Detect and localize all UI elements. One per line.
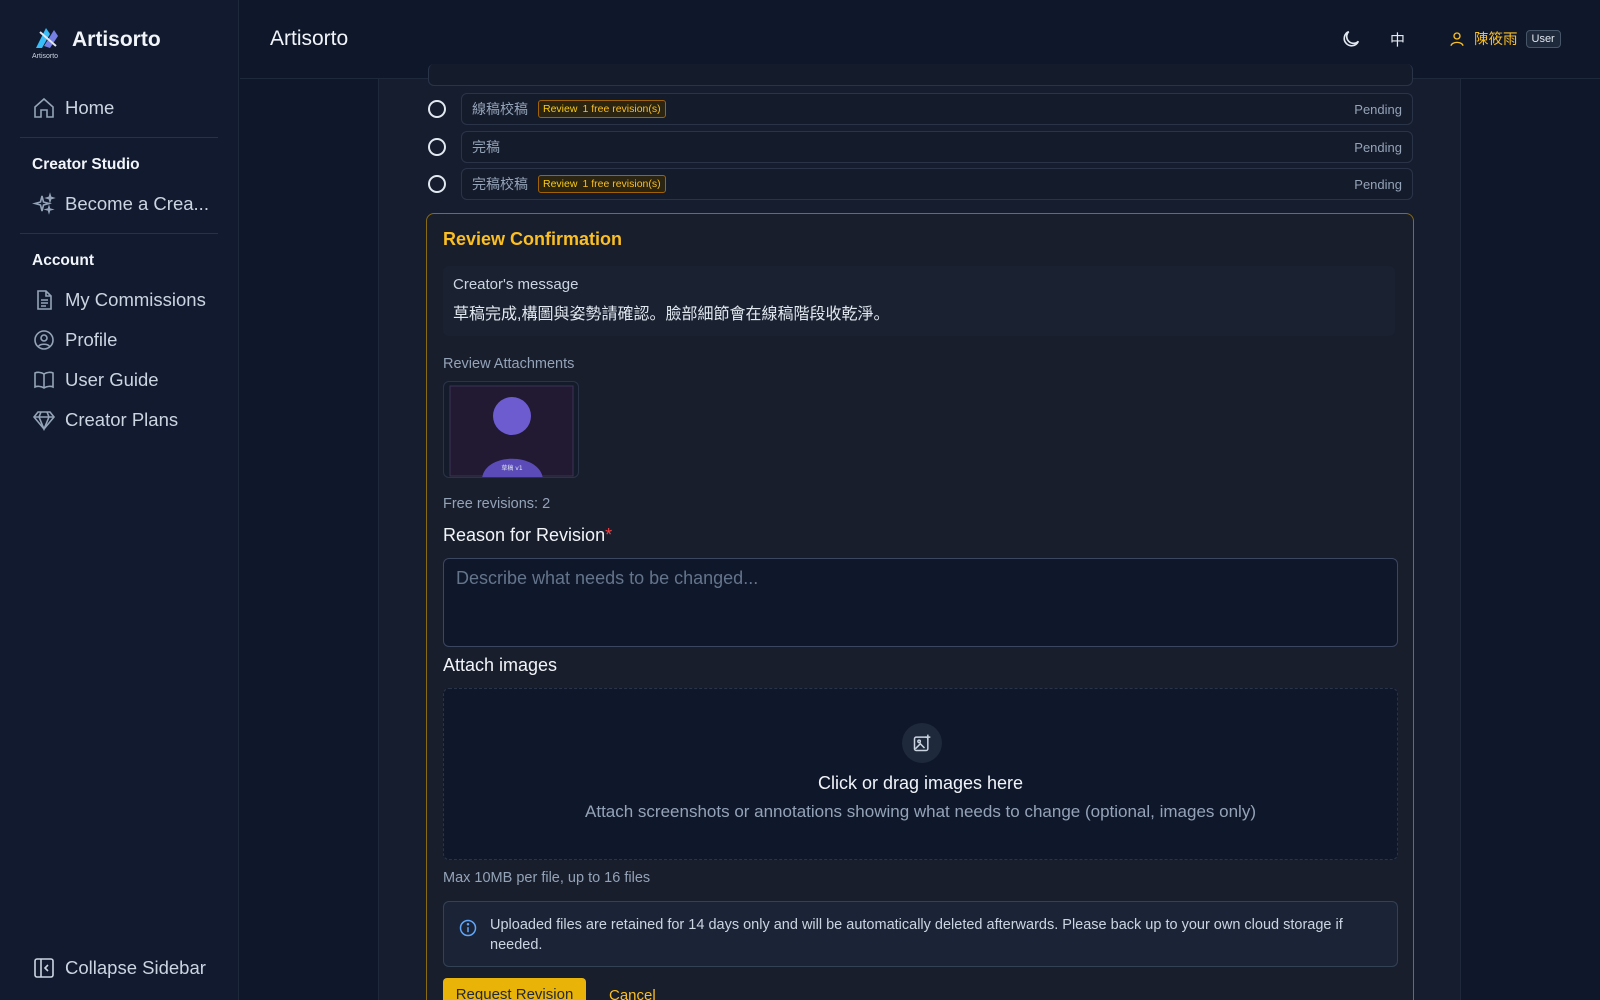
sidebar-item-label: My Commissions xyxy=(65,289,206,310)
step-radio[interactable] xyxy=(428,138,446,156)
step-row-partial xyxy=(428,64,1413,86)
drop-zone-subtitle: Attach screenshots or annotations showin… xyxy=(585,802,1256,821)
theme-toggle-button[interactable] xyxy=(1340,28,1362,55)
sidebar-item-become-creator[interactable]: Become a Crea... xyxy=(32,192,209,216)
creator-studio-heading: Creator Studio xyxy=(32,156,140,173)
account-heading: Account xyxy=(32,252,94,269)
step-row[interactable]: 完稿 Pending xyxy=(428,131,1413,163)
revision-reason-input[interactable]: Describe what needs to be changed... xyxy=(443,558,1398,647)
review-tag: Review 1 free revision(s) xyxy=(538,100,666,118)
required-marker: * xyxy=(605,525,613,545)
review-tag: Review 1 free revision(s) xyxy=(538,175,666,193)
cancel-button[interactable]: Cancel xyxy=(609,987,656,1000)
attachment-preview-image: 草稿 v1 xyxy=(449,385,574,477)
attach-images-label: Attach images xyxy=(443,655,558,675)
step-name: 完稿校稿 xyxy=(472,176,528,192)
step-row[interactable]: 完稿校稿 Review 1 free revision(s) Pending xyxy=(428,168,1413,200)
document-icon xyxy=(37,290,52,310)
drop-zone-title: Click or drag images here xyxy=(817,773,1024,793)
diamond-icon xyxy=(32,411,56,432)
sidebar-item-profile[interactable]: Profile xyxy=(32,328,117,352)
home-icon xyxy=(34,97,54,118)
step-box xyxy=(428,64,1413,86)
step-row[interactable]: 線稿校稿 Review 1 free revision(s) Pending xyxy=(428,93,1413,125)
moon-icon xyxy=(1343,30,1360,47)
collapse-sidebar-label: Collapse Sidebar xyxy=(65,957,206,978)
step-box: 線稿校稿 Review 1 free revision(s) Pending xyxy=(461,93,1413,125)
sparkles-icon xyxy=(32,192,56,215)
review-tag-note: 1 free revision(s) xyxy=(582,178,661,190)
file-limits-text: Max 10MB per file, up to 16 files xyxy=(443,870,651,886)
step-name: 完稿 xyxy=(472,139,500,155)
step-status: Pending xyxy=(1354,101,1402,117)
retention-notice-text: Uploaded files are retained for 14 days … xyxy=(490,917,1343,953)
info-icon xyxy=(459,919,477,937)
sidebar-item-label: Home xyxy=(65,97,115,118)
image-upload-icon xyxy=(902,723,942,763)
step-radio[interactable] xyxy=(428,175,446,193)
step-radio[interactable] xyxy=(428,100,446,118)
review-tag-note: 1 free revision(s) xyxy=(582,103,661,115)
collapse-sidebar-button[interactable]: Collapse Sidebar xyxy=(32,956,206,980)
user-circle-icon xyxy=(34,330,54,350)
free-revisions-text: Free revisions: 2 xyxy=(443,496,551,512)
user-name: 陳筱雨 xyxy=(1474,32,1518,48)
sidebar-divider xyxy=(20,137,218,138)
collapse-sidebar-icon xyxy=(34,958,54,978)
reason-label-text: Reason for Revision xyxy=(443,525,606,545)
sidebar-item-my-commissions[interactable]: My Commissions xyxy=(32,288,206,312)
user-menu[interactable]: 陳筱雨 User xyxy=(1448,28,1561,49)
attachment-caption: 草稿 v1 xyxy=(501,464,522,472)
step-box: 完稿校稿 Review 1 free revision(s) Pending xyxy=(461,168,1413,200)
image-drop-zone[interactable]: Click or drag images here Attach screens… xyxy=(443,688,1398,860)
step-box: 完稿 Pending xyxy=(461,131,1413,163)
review-title: Review Confirmation xyxy=(443,229,623,249)
review-confirmation-card: Review Confirmation Creator's message 草稿… xyxy=(426,213,1414,1000)
attachment-thumbnail[interactable]: 草稿 v1 xyxy=(443,381,579,478)
creator-message-label: Creator's message xyxy=(453,276,579,293)
step-name: 線稿校稿 xyxy=(472,101,528,117)
creator-message-box: Creator's message 草稿完成,構圖與姿勢請確認。臉部細節會在線稿… xyxy=(443,266,1395,336)
sidebar-item-user-guide[interactable]: User Guide xyxy=(32,368,159,392)
sidebar: Artisorto Artisorto Home Creator Studio … xyxy=(0,0,239,1000)
creator-message-text: 草稿完成,構圖與姿勢請確認。臉部細節會在線稿階段收乾淨。 xyxy=(453,306,890,323)
retention-notice: Uploaded files are retained for 14 days … xyxy=(443,901,1398,967)
sidebar-item-creator-plans[interactable]: Creator Plans xyxy=(32,408,178,432)
brand-logo-icon: Artisorto xyxy=(32,24,62,60)
sidebar-divider xyxy=(20,233,218,234)
review-tag-type: Review xyxy=(543,103,578,115)
language-toggle[interactable]: 中 xyxy=(1390,29,1405,50)
step-status: Pending xyxy=(1354,139,1402,155)
sidebar-item-label: User Guide xyxy=(65,369,159,390)
brand[interactable]: Artisorto Artisorto xyxy=(32,24,161,60)
book-icon xyxy=(34,371,54,389)
sidebar-item-label: Become a Crea... xyxy=(65,193,209,214)
sidebar-item-label: Profile xyxy=(65,329,118,350)
sidebar-item-label: Creator Plans xyxy=(65,409,179,430)
step-status: Pending xyxy=(1354,176,1402,192)
reason-label: Reason for Revision* xyxy=(443,525,612,546)
sidebar-item-home[interactable]: Home xyxy=(32,96,114,120)
brand-name: Artisorto xyxy=(72,28,161,51)
user-role-badge: User xyxy=(1525,29,1561,48)
brand-caption: Artisorto xyxy=(32,53,59,60)
review-attachments-label: Review Attachments xyxy=(443,356,575,372)
user-icon xyxy=(1450,31,1464,46)
request-revision-button[interactable]: Request Revision xyxy=(443,978,586,1000)
page-title: Artisorto xyxy=(270,27,349,50)
review-tag-type: Review xyxy=(543,178,578,190)
